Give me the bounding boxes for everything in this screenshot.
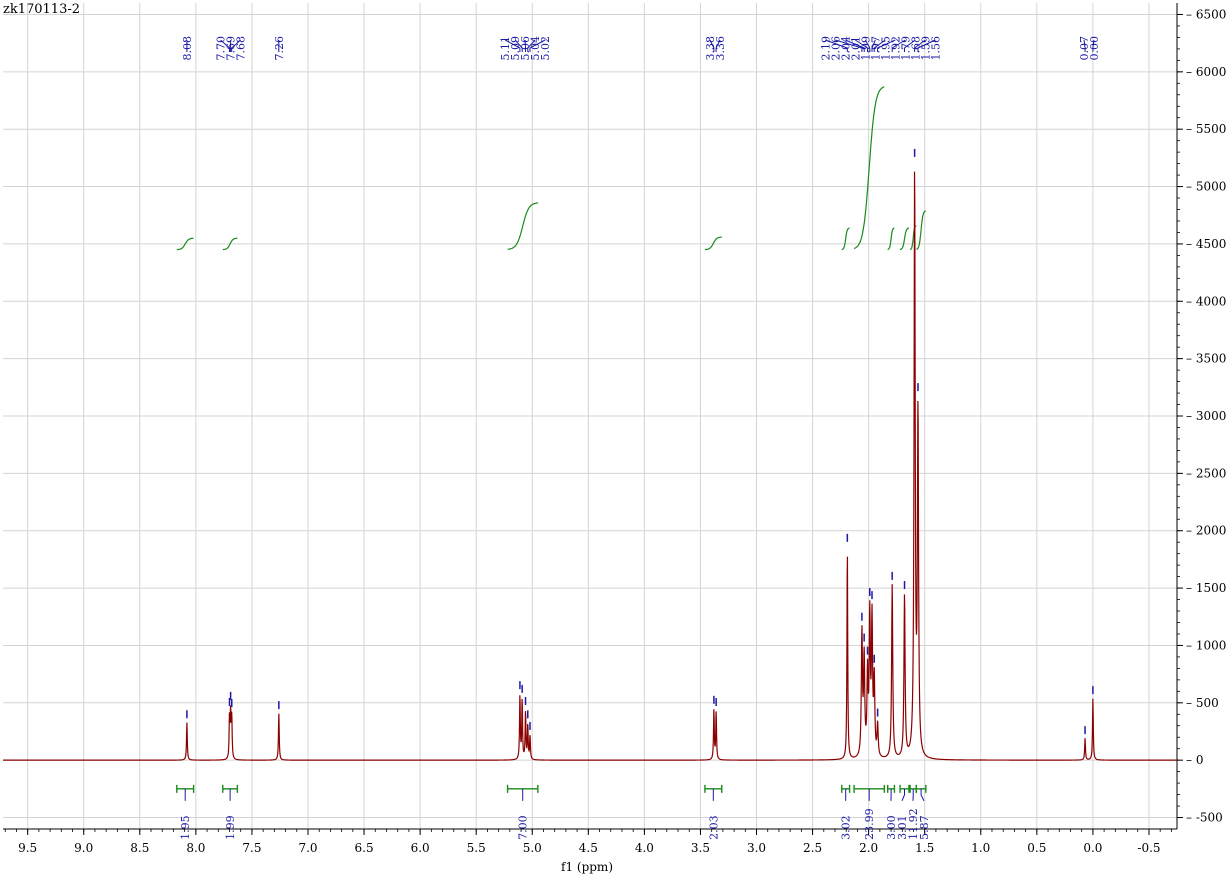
spectrum-line	[3, 148, 1177, 761]
integral-value: 1.95	[179, 815, 192, 840]
spectrum-trace	[3, 171, 1177, 761]
x-tick-label: 2.5	[803, 841, 822, 855]
x-tick-label: 7.0	[298, 841, 317, 855]
y-tick-label: – 3000	[1186, 409, 1226, 423]
x-tick-label: 1.5	[915, 841, 934, 855]
y-tick-label: – 2500	[1186, 466, 1226, 480]
integral-curve	[507, 202, 538, 250]
x-tick-label: 8.5	[130, 841, 149, 855]
integral-curve	[900, 227, 910, 251]
integral-value: 1.99	[224, 815, 237, 840]
integral-connector	[901, 788, 905, 802]
peak-label: 0.00	[1088, 36, 1101, 61]
integral-curve	[887, 227, 895, 251]
x-tick-label: 4.5	[579, 841, 598, 855]
x-axis-label: f1 (ppm)	[561, 860, 613, 874]
x-tick-label: 6.5	[355, 841, 374, 855]
x-tick-label: 4.0	[635, 841, 654, 855]
x-tick-label: 2.0	[859, 841, 878, 855]
nmr-spectrum-chart: 9.5 9.0 8.5 8.0 7.5 7.0 6.5 6.0 5.5 5.0 4.5 4.0 3.5 3…	[3, 3, 1226, 874]
x-tick-label: 9.0	[74, 841, 93, 855]
x-tick-label: 3.5	[691, 841, 710, 855]
y-tick-label: – 6000	[1186, 65, 1226, 79]
x-tick-label: 5.0	[523, 841, 542, 855]
x-tick-label: 3.0	[747, 841, 766, 855]
peak-labels: 8.08 7.707.697.68 7.26 5.115.095.065.045.02…	[181, 36, 1101, 61]
integral-curve	[704, 236, 722, 251]
integral-curves	[176, 86, 927, 251]
x-tick-label: 8.0	[186, 841, 205, 855]
x-tick-label: 6.0	[411, 841, 430, 855]
integral-value: 7.00	[517, 815, 530, 840]
y-tick-label: – 2000	[1186, 524, 1226, 538]
y-tick-label: – 5500	[1186, 122, 1226, 136]
x-tick-label: -0.5	[1137, 841, 1160, 855]
y-tick-label: – 0	[1186, 753, 1203, 767]
y-tick-label: – -500	[1186, 811, 1223, 825]
y-tick-label: – 3500	[1186, 352, 1226, 366]
peak-label: 7.68	[235, 36, 248, 61]
integral-connector	[920, 788, 925, 802]
integral-value: 2.03	[707, 815, 720, 840]
integral-curve	[853, 86, 885, 250]
y-tick-label: – 6500	[1186, 7, 1226, 21]
x-tick-label: 9.5	[18, 841, 37, 855]
x-tick-label: 1.0	[971, 841, 990, 855]
integral-curve	[841, 227, 850, 251]
integral-bars: 1.95 1.99 7.00 2.03 3.02 23.99 3.003.0111.925.…	[176, 784, 931, 840]
y-tick-label: – 500	[1186, 696, 1219, 710]
grid	[3, 3, 1177, 829]
x-tick-label: 7.5	[242, 841, 261, 855]
peak-label: 1.56	[929, 36, 942, 61]
x-tick-label: 5.5	[467, 841, 486, 855]
y-tick-label: – 1000	[1186, 638, 1226, 652]
peak-label: 5.02	[539, 36, 552, 61]
y-tick-label: – 4500	[1186, 237, 1226, 251]
y-tick-label: – 5000	[1186, 180, 1226, 194]
x-tick-label: 0.5	[1027, 841, 1046, 855]
x-tick-label: 0.0	[1083, 841, 1102, 855]
integral-value: 23.99	[863, 808, 876, 840]
y-tick-label: – 4000	[1186, 294, 1226, 308]
integral-value: 5.87	[918, 815, 931, 840]
integral-value: 3.02	[840, 815, 853, 840]
y-tick-label: – 1500	[1186, 581, 1226, 595]
